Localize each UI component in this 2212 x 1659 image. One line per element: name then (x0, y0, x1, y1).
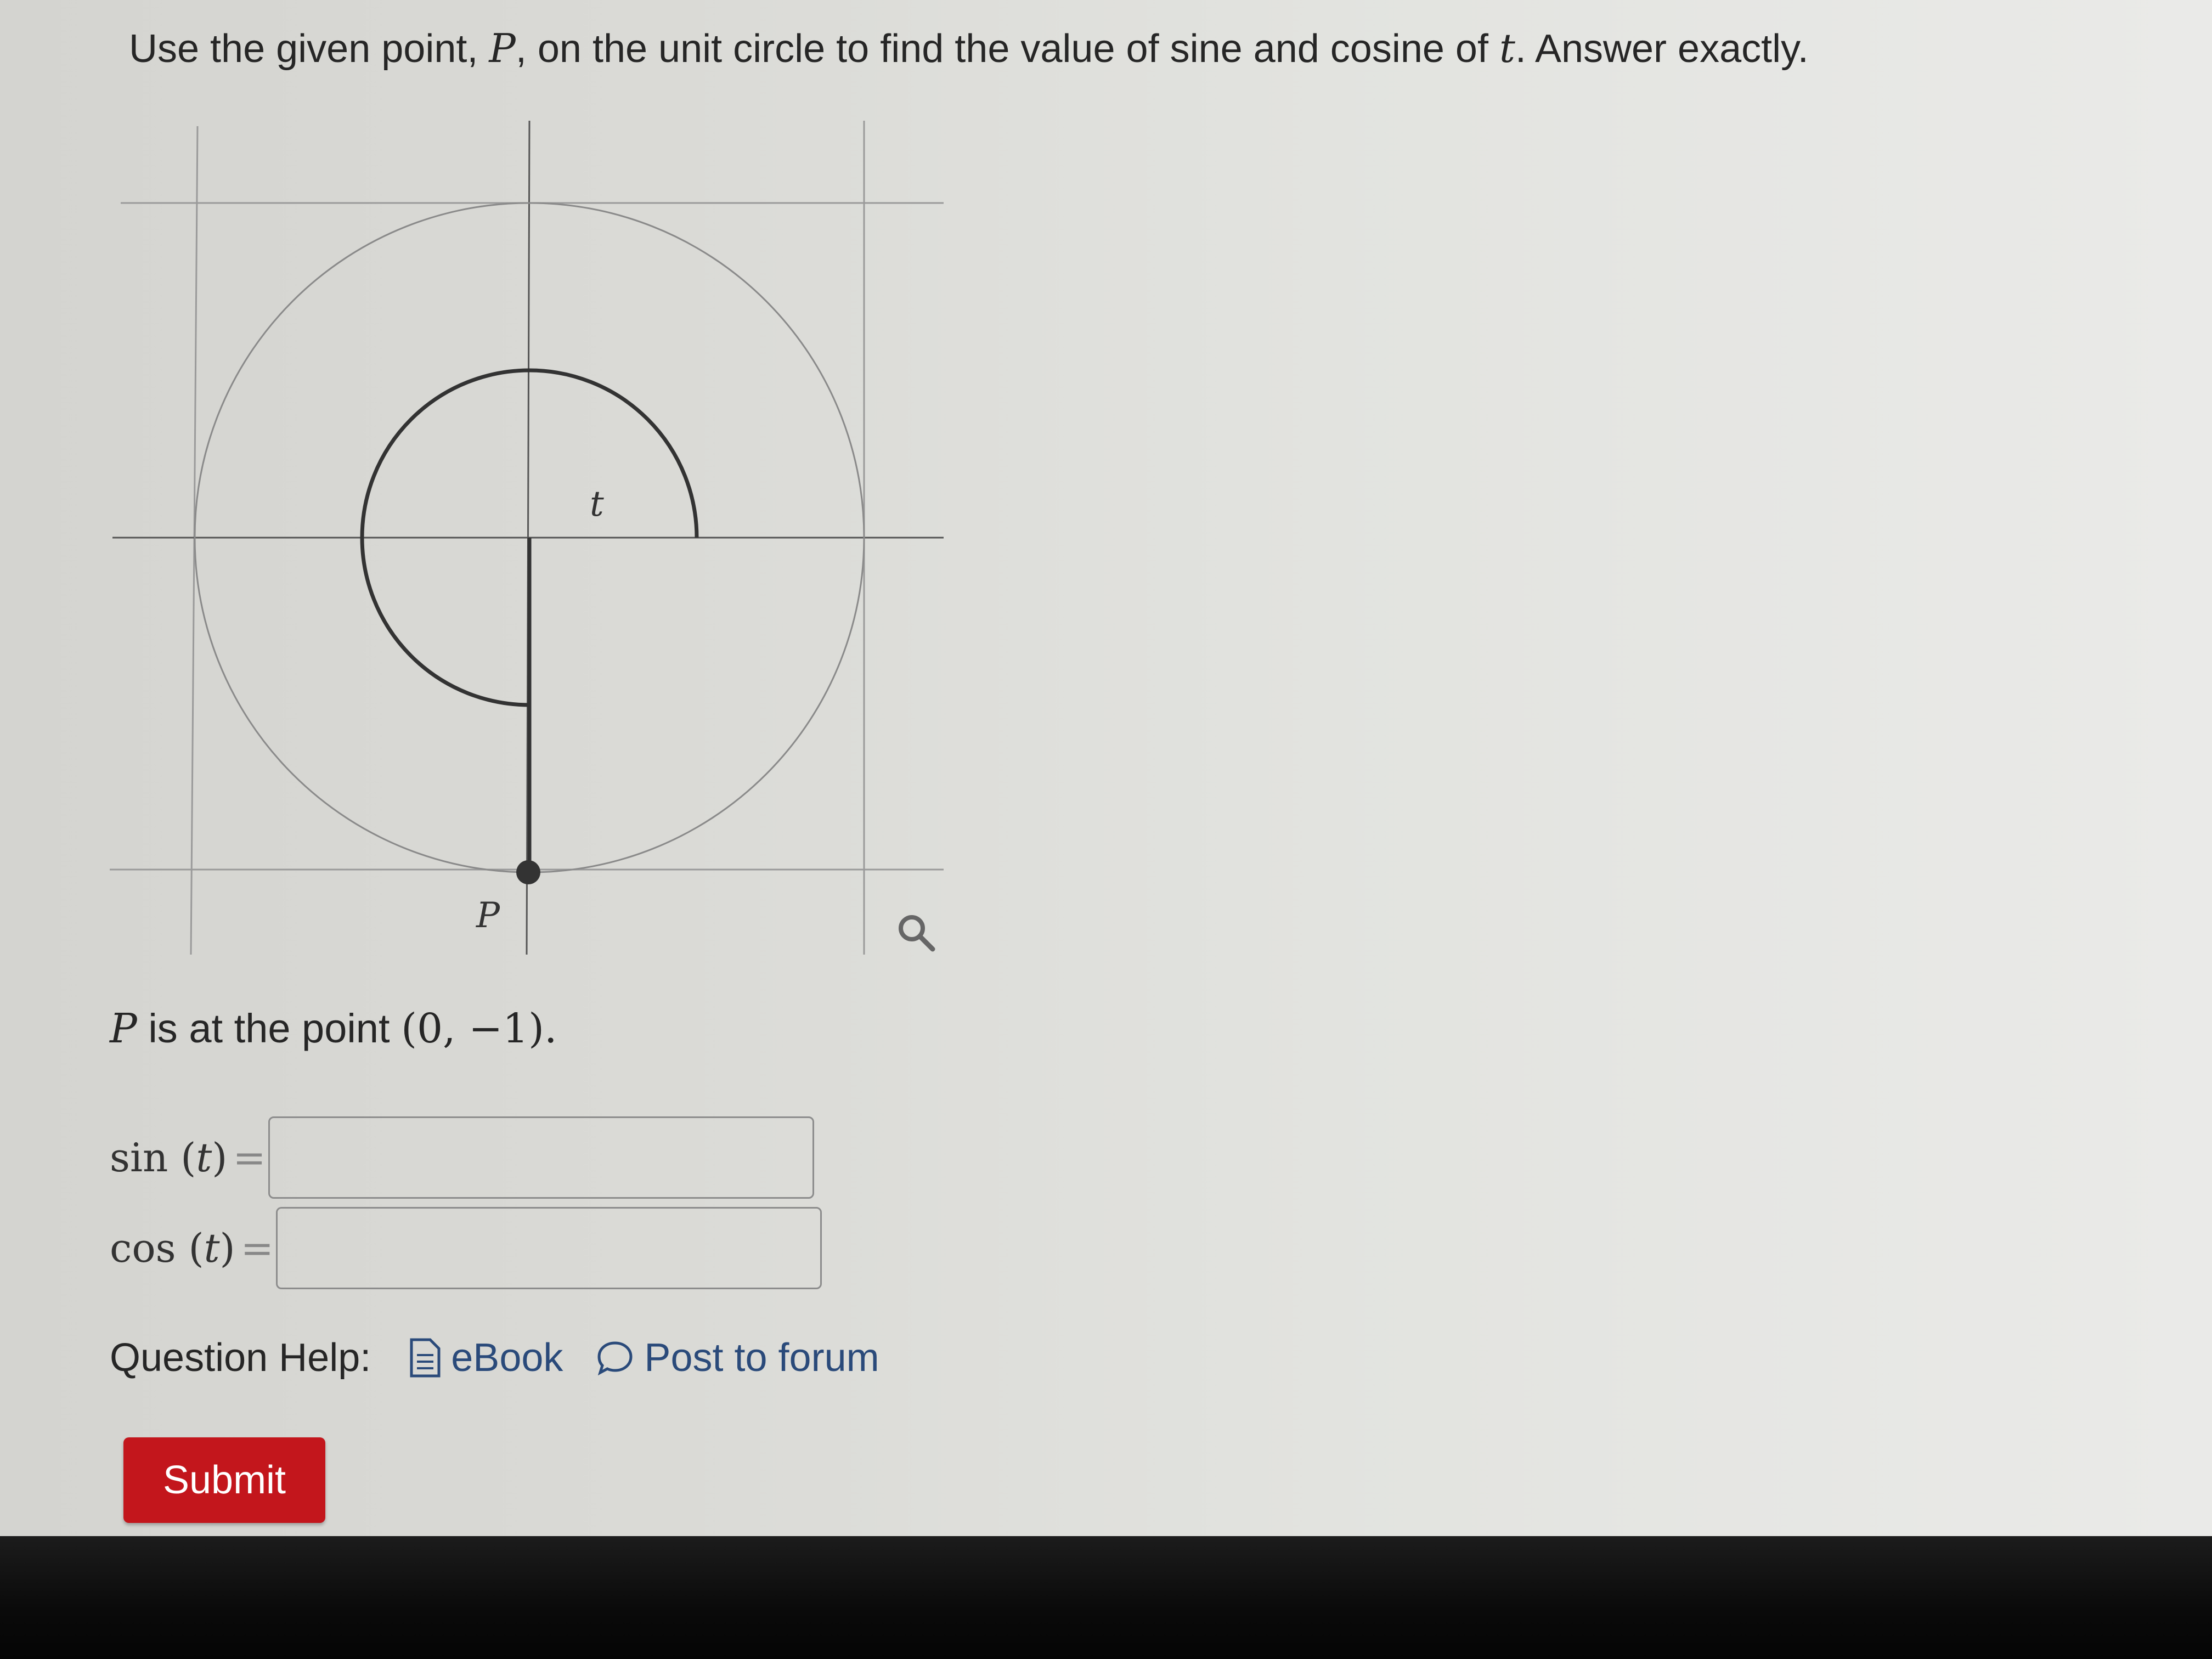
document-icon (410, 1338, 441, 1378)
cos-answer-input[interactable] (275, 1207, 822, 1289)
post-to-forum-link[interactable]: Post to forum (596, 1328, 879, 1388)
question-angle-var: t (1499, 25, 1515, 71)
question-page: Use the given point, P, on the unit circ… (0, 0, 2212, 1536)
question-suffix: . Answer exactly. (1515, 27, 1809, 71)
point-statement: P is at the point (0, −1). (110, 998, 557, 1059)
point-coordinates: (0, −1). (401, 1005, 557, 1052)
point-p-marker (516, 860, 540, 884)
screen-bezel (0, 1536, 2212, 1659)
speech-bubble-icon (597, 1341, 633, 1376)
question-help-label: Question Help: (110, 1336, 371, 1380)
question-point-var: P (489, 25, 516, 71)
angle-label: t (590, 484, 604, 524)
unit-circle-graph: t P (110, 120, 944, 955)
ebook-link[interactable]: eBook (409, 1328, 563, 1388)
ebook-label: eBook (451, 1336, 563, 1380)
question-prefix: Use the given point, (129, 27, 489, 71)
question-help: Question Help: eBook Post to forum (110, 1328, 879, 1388)
sin-answer-row: sin (t) = (110, 1116, 814, 1199)
cos-equals: = (240, 1225, 274, 1271)
point-p-label: P (476, 895, 500, 936)
post-to-forum-label: Post to forum (644, 1336, 879, 1380)
cos-label: cos (t) (110, 1225, 235, 1271)
submit-button[interactable]: Submit (123, 1437, 325, 1523)
magnifier-icon[interactable] (894, 911, 938, 955)
point-statement-text: is at the point (137, 1006, 402, 1051)
question-text: Use the given point, P, on the unit circ… (129, 21, 2104, 76)
question-middle: , on the unit circle to find the value o… (515, 27, 1499, 71)
sin-label: sin (t) (110, 1135, 228, 1181)
cos-answer-row: cos (t) = (110, 1207, 822, 1289)
sin-answer-input[interactable] (268, 1116, 814, 1199)
point-statement-var: P (110, 1005, 137, 1052)
sin-equals: = (233, 1135, 266, 1181)
